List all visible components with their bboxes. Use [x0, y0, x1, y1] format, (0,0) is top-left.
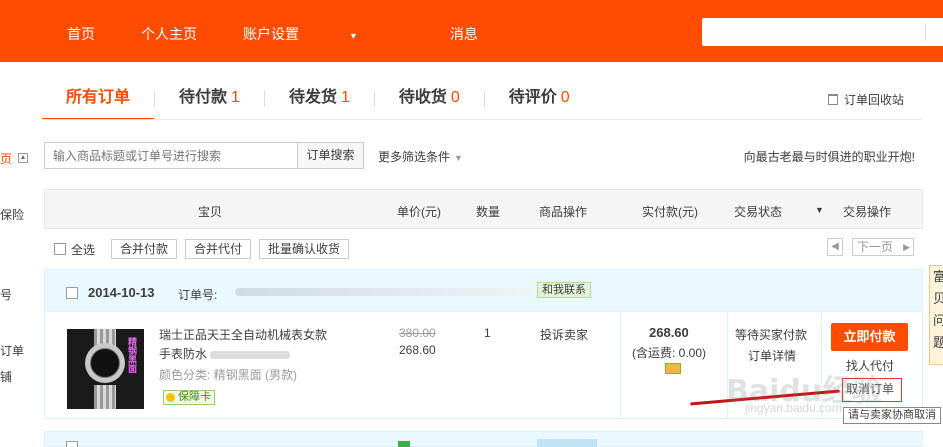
sidebar-item[interactable]: 号: [0, 286, 12, 303]
watermark-url: jingyan.baidu.com: [745, 401, 842, 415]
tab-pending-receipt[interactable]: 待收货 0: [375, 78, 484, 120]
nav-messages[interactable]: 消息: [450, 24, 478, 44]
tab-count: 0: [560, 89, 570, 106]
merge-pay-button[interactable]: 合并付款: [111, 239, 178, 259]
top-navigation-bar: 首页 个人主页 账户设置 ▼ 消息: [0, 0, 943, 62]
contact-seller-button[interactable]: 和我联系: [537, 282, 591, 298]
next-page-button[interactable]: 下一页 ▶: [852, 238, 914, 256]
chevron-down-icon[interactable]: ▼: [815, 205, 824, 215]
tab-count: 1: [340, 89, 350, 106]
select-all-checkbox[interactable]: [54, 243, 66, 255]
batch-confirm-receipt-button[interactable]: 批量确认收货: [259, 239, 350, 259]
nav-home[interactable]: 首页: [67, 24, 95, 44]
col-paid: 实付款(元): [642, 205, 698, 219]
col-status[interactable]: 交易状态: [734, 203, 782, 220]
select-all-label: 全选: [71, 242, 96, 257]
order-checkbox[interactable]: [66, 441, 78, 447]
product-title-link[interactable]: 瑞士正品天王全自动机械表女款 手表防水: [159, 326, 379, 364]
item-quantity: 1: [484, 326, 491, 340]
tab-count: 0: [450, 89, 460, 106]
product-attributes: 颜色分类: 精钢黑面 (男款): [159, 368, 297, 382]
pay-now-button[interactable]: 立即付款: [831, 323, 908, 351]
tab-count: 1: [231, 89, 240, 106]
payment-card-icon: [665, 363, 681, 374]
order-status: 等待买家付款: [735, 328, 808, 342]
search-icon[interactable]: [925, 23, 943, 41]
nav-account-settings[interactable]: 账户设置 ▼: [243, 24, 404, 44]
watch-strap-bottom: [94, 385, 116, 409]
col-unit-price: 单价(元): [397, 205, 441, 219]
trash-icon: [828, 94, 838, 105]
tab-label: 待发货: [288, 89, 337, 106]
original-price: 380.00: [399, 326, 436, 340]
next-page-label: 下一页: [857, 240, 894, 254]
tabs-divider: [42, 119, 922, 120]
sidebar-item[interactable]: 订单: [0, 342, 24, 359]
prev-page-button[interactable]: ◀: [827, 238, 843, 256]
more-filters-dropdown[interactable]: 更多筛选条件 ▼: [378, 148, 463, 165]
tab-label: 待付款: [179, 89, 228, 106]
order-detail-link[interactable]: 订单详情: [748, 347, 796, 364]
order-date: 2014-10-13: [88, 285, 155, 300]
shipping-fee: (含运费: 0.00): [632, 346, 707, 360]
watch-overlay-text: 精钢黑面: [127, 337, 137, 373]
more-filters-label: 更多筛选条件: [378, 150, 451, 164]
tab-all-orders[interactable]: 所有订单: [42, 78, 155, 120]
pager: ◀ 下一页 ▶: [827, 238, 914, 256]
product-thumbnail[interactable]: 精钢黑面: [67, 329, 144, 409]
chevron-down-icon: ▼: [454, 153, 463, 163]
tab-pending-shipment[interactable]: 待发货 1: [265, 78, 374, 120]
tab-label: 待评价: [508, 89, 557, 106]
chevron-right-icon: ▶: [903, 242, 910, 252]
cancel-tooltip: 请与卖家协商取消: [843, 407, 941, 424]
tab-pending-payment[interactable]: 待付款 1: [155, 78, 264, 120]
col-trade-ops: 交易操作: [843, 205, 892, 219]
tab-label: 所有订单: [66, 89, 131, 106]
sidebar-item[interactable]: 页: [0, 150, 12, 167]
sidebar-item[interactable]: 保险: [0, 206, 24, 223]
order-search-button[interactable]: 订单搜索: [297, 142, 364, 169]
order-checkbox[interactable]: [66, 287, 78, 299]
sidebar-item[interactable]: 铺: [0, 368, 12, 385]
redacted-order-number: [235, 288, 535, 296]
contact-seller-button[interactable]: [537, 439, 597, 447]
nav-profile[interactable]: 个人主页: [141, 24, 197, 44]
col-item: 宝贝: [198, 205, 223, 219]
chevron-down-icon: ▼: [349, 31, 358, 41]
tab-pending-review[interactable]: 待评价 0: [485, 78, 594, 120]
product-title-line2: 手表防水: [159, 347, 208, 361]
batch-actions: 全选 合并付款 合并代付 批量确认收货: [54, 239, 350, 259]
order-header: 2014-10-13 订单号: 和我联系: [45, 270, 922, 312]
next-order-card: [44, 431, 923, 447]
collapse-icon[interactable]: [18, 153, 28, 163]
recycle-label: 订单回收站: [844, 93, 905, 107]
cell-divider: [620, 312, 621, 418]
col-quantity: 数量: [476, 205, 501, 219]
col-item-ops: 商品操作: [539, 205, 588, 219]
right-side-panel[interactable]: 富贝问题: [929, 265, 943, 365]
unit-price: 268.60: [399, 343, 436, 357]
complain-seller-link[interactable]: 投诉卖家: [540, 326, 588, 343]
redacted-text: [210, 350, 291, 359]
merge-proxy-pay-button[interactable]: 合并代付: [185, 239, 252, 259]
order-tabs: 所有订单 待付款 1 待发货 1 待收货 0 待评价 0: [42, 78, 594, 120]
order-recycle-bin-link[interactable]: 订单回收站: [828, 91, 904, 108]
order-search-input[interactable]: [44, 142, 298, 169]
slogan-text: 向最古老最与时俱进的职业开炮!: [743, 150, 915, 164]
table-header: 宝贝 单价(元) 数量 商品操作 实付款(元) 交易状态 ▼ 交易操作: [44, 189, 923, 229]
order-number-label: 订单号:: [178, 288, 218, 302]
top-search-input[interactable]: [702, 18, 943, 46]
top-nav: 首页 个人主页 账户设置 ▼ 消息: [67, 24, 524, 44]
tab-label: 待收货: [398, 89, 447, 106]
nav-account-settings-label: 账户设置: [243, 26, 299, 42]
status-icon: [398, 441, 410, 447]
paid-amount: 268.60: [649, 325, 689, 340]
product-title-line1: 瑞士正品天王全自动机械表女款: [159, 328, 328, 342]
guarantee-card-badge[interactable]: 保障卡: [163, 390, 215, 405]
